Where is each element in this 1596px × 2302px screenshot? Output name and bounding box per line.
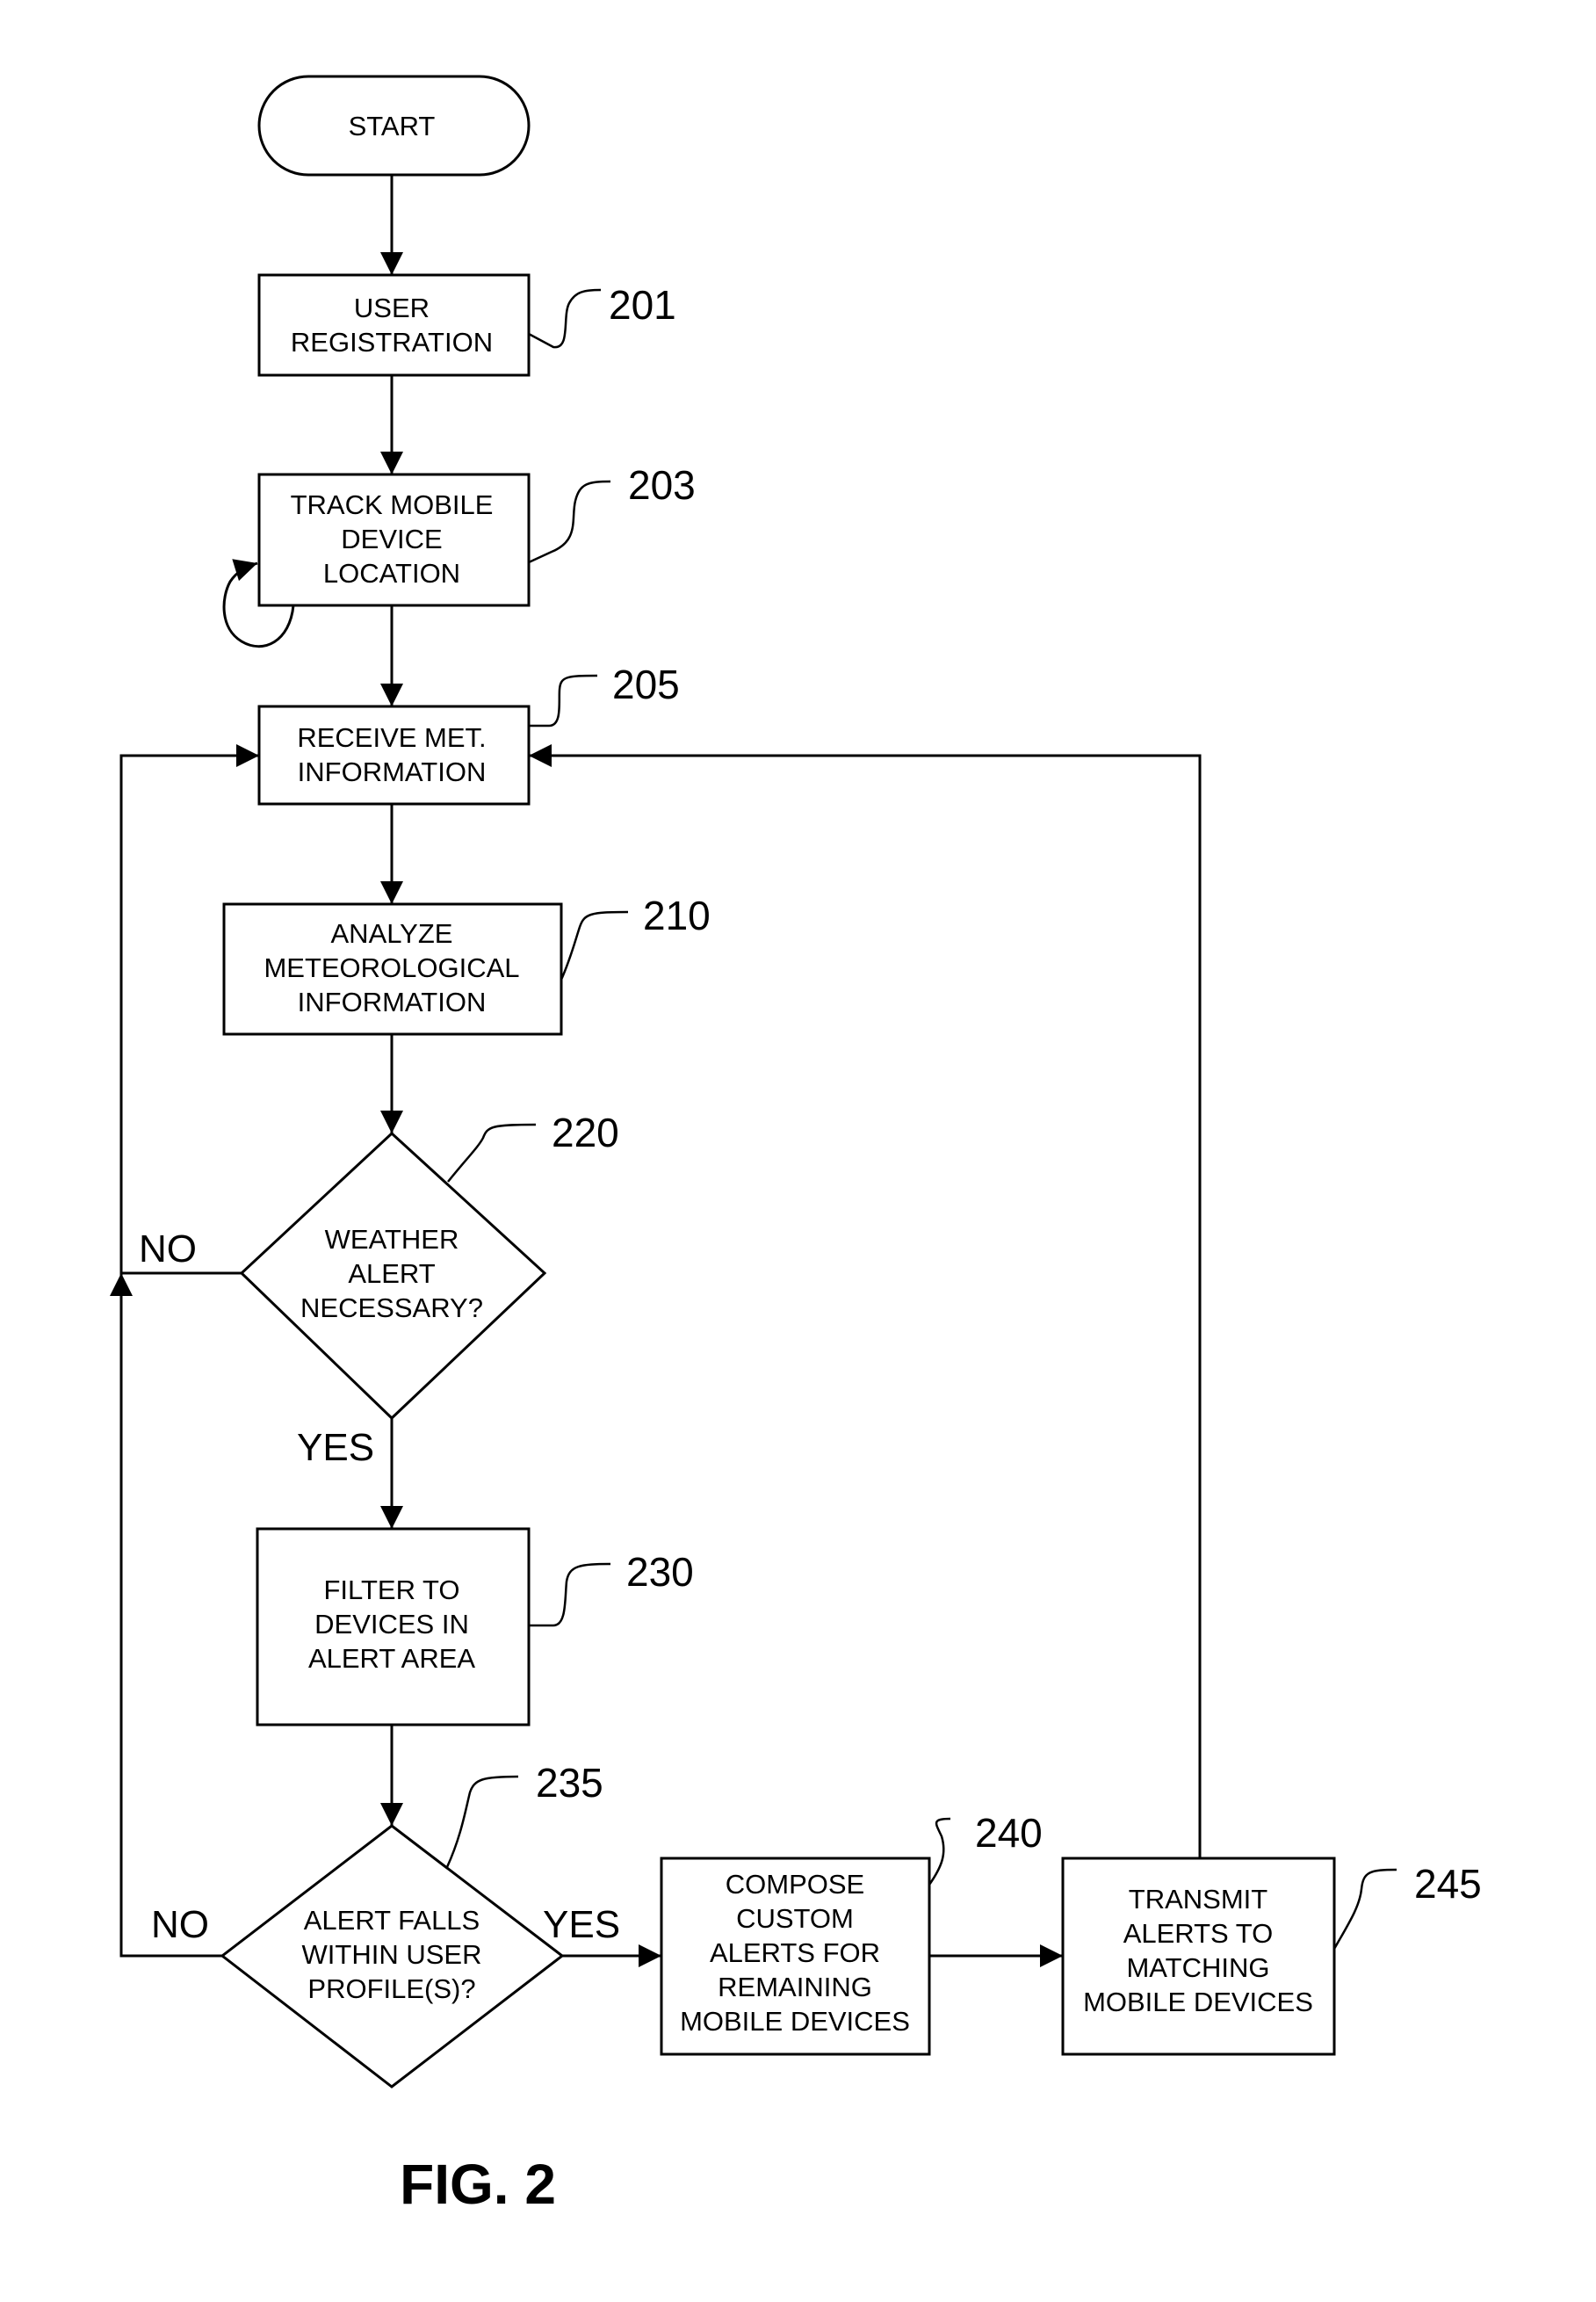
- decision-220-weather-alert: WEATHER ALERT NECESSARY? 220 NO YES: [139, 1110, 619, 1469]
- leader-203: [528, 480, 611, 564]
- decision-text: WITHIN USER: [302, 1939, 482, 1970]
- leader-205: [529, 674, 598, 728]
- step-text: COMPOSE: [726, 1869, 864, 1900]
- ref-203: 203: [628, 462, 696, 508]
- step-text: REGISTRATION: [291, 327, 493, 358]
- step-240-compose-alerts: COMPOSE CUSTOM ALERTS FOR REMAINING MOBI…: [660, 1810, 1043, 2056]
- step-203-track-location: TRACK MOBILE DEVICE LOCATION 203: [257, 462, 696, 607]
- step-text: ALERTS FOR: [710, 1937, 880, 1968]
- decision-text: NECESSARY?: [300, 1292, 483, 1323]
- decision-text: ALERT: [348, 1258, 435, 1289]
- flowchart: START USER REGISTRATION 201 TRACK MOBILE…: [110, 75, 1482, 2216]
- ref-205: 205: [612, 662, 680, 707]
- step-text: DEVICE: [341, 524, 442, 554]
- figure-label: FIG. 2: [400, 2153, 556, 2216]
- ref-220: 220: [552, 1110, 619, 1155]
- step-text: DEVICES IN: [314, 1609, 469, 1640]
- step-text: CUSTOM: [736, 1903, 854, 1934]
- ref-210: 210: [643, 893, 711, 938]
- step-text: INFORMATION: [298, 756, 487, 787]
- step-text: ALERTS TO: [1123, 1918, 1274, 1949]
- step-text: INFORMATION: [298, 987, 487, 1017]
- step-text: ALERT AREA: [308, 1643, 475, 1674]
- ref-230: 230: [626, 1549, 694, 1595]
- step-text: MATCHING: [1126, 1952, 1269, 1983]
- step-text: TRANSMIT: [1129, 1884, 1268, 1915]
- leader-245: [1332, 1868, 1397, 1950]
- step-205-receive-met-info: RECEIVE MET. INFORMATION 205: [257, 662, 680, 806]
- start-label: START: [349, 111, 436, 141]
- ref-245: 245: [1414, 1861, 1482, 1907]
- no-label-235: NO: [151, 1903, 209, 1946]
- yes-label-220: YES: [297, 1426, 374, 1469]
- start-node: START: [257, 75, 531, 177]
- ref-201: 201: [609, 282, 676, 328]
- step-text: RECEIVE MET.: [297, 722, 486, 753]
- step-text: ANALYZE: [331, 918, 453, 949]
- leader-210: [560, 910, 629, 981]
- step-text: USER: [354, 293, 430, 323]
- ref-240: 240: [975, 1810, 1043, 1856]
- step-210-analyze: ANALYZE METEOROLOGICAL INFORMATION 210: [222, 893, 711, 1036]
- loop-235-no: [119, 1273, 222, 1958]
- leader-240: [928, 1817, 951, 1886]
- leader-230: [529, 1562, 611, 1627]
- yes-label-235: YES: [543, 1903, 620, 1946]
- ref-235: 235: [536, 1760, 603, 1806]
- decision-text: PROFILE(S)?: [307, 1973, 475, 2004]
- step-text: REMAINING: [718, 1972, 872, 2002]
- step-text: LOCATION: [323, 558, 460, 589]
- leader-220: [447, 1123, 537, 1183]
- step-text: TRACK MOBILE: [291, 489, 494, 520]
- step-201-user-registration: USER REGISTRATION 201: [257, 273, 676, 377]
- decision-235-profile-match: ALERT FALLS WITHIN USER PROFILE(S)? 235 …: [151, 1760, 620, 2088]
- step-text: FILTER TO: [323, 1574, 459, 1605]
- leader-235: [445, 1775, 519, 1868]
- decision-text: ALERT FALLS: [304, 1905, 480, 1936]
- step-text: MOBILE DEVICES: [680, 2006, 910, 2037]
- step-230-filter: FILTER TO DEVICES IN ALERT AREA 230: [256, 1527, 694, 1726]
- step-text: METEOROLOGICAL: [264, 952, 519, 983]
- step-245-transmit-alerts: TRANSMIT ALERTS TO MATCHING MOBILE DEVIC…: [1061, 1857, 1482, 2056]
- step-text: MOBILE DEVICES: [1083, 1987, 1313, 2017]
- loop-245-to-205: [529, 744, 1202, 1858]
- no-label-220: NO: [139, 1227, 197, 1270]
- leader-201: [528, 288, 602, 349]
- decision-text: WEATHER: [325, 1224, 459, 1255]
